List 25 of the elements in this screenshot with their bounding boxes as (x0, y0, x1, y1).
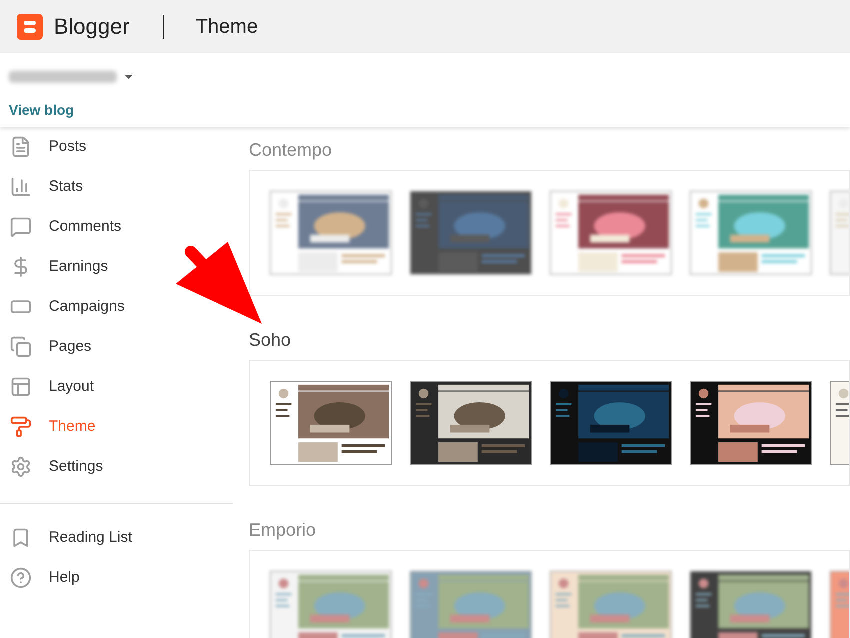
sidebar-item[interactable]: Reading List (0, 518, 136, 558)
sidebar-item[interactable]: Settings (0, 447, 108, 487)
sidebar-item[interactable]: Help (0, 558, 84, 598)
view-blog-link[interactable]: View blog (9, 100, 74, 121)
sidebar-item[interactable]: Stats (0, 167, 88, 207)
theme-group-title: Contempo (249, 139, 334, 162)
sidebar-item[interactable]: Campaigns (0, 287, 129, 327)
page-title: Theme (196, 14, 258, 40)
pages-icon (10, 336, 32, 358)
sidebar-item[interactable]: Posts (0, 127, 91, 167)
sidebar-item[interactable]: Pages (0, 327, 96, 367)
sidebar-item[interactable]: Earnings (0, 247, 112, 287)
layout-icon (10, 376, 32, 398)
sidebar-item[interactable]: Comments (0, 207, 126, 247)
brand-name: Blogger (54, 13, 130, 41)
speech-bubble-icon (10, 216, 32, 238)
document-icon (10, 136, 32, 158)
bar-chart-icon (10, 176, 32, 198)
theme-group-title: Soho (249, 329, 292, 352)
paint-roller-icon (10, 416, 32, 438)
blogger-logo-icon (17, 14, 43, 40)
sidebar-item[interactable]: Layout (0, 367, 98, 407)
help-icon (10, 567, 32, 589)
settings-icon (10, 456, 32, 478)
theme-group-title: Emporio (249, 519, 318, 542)
